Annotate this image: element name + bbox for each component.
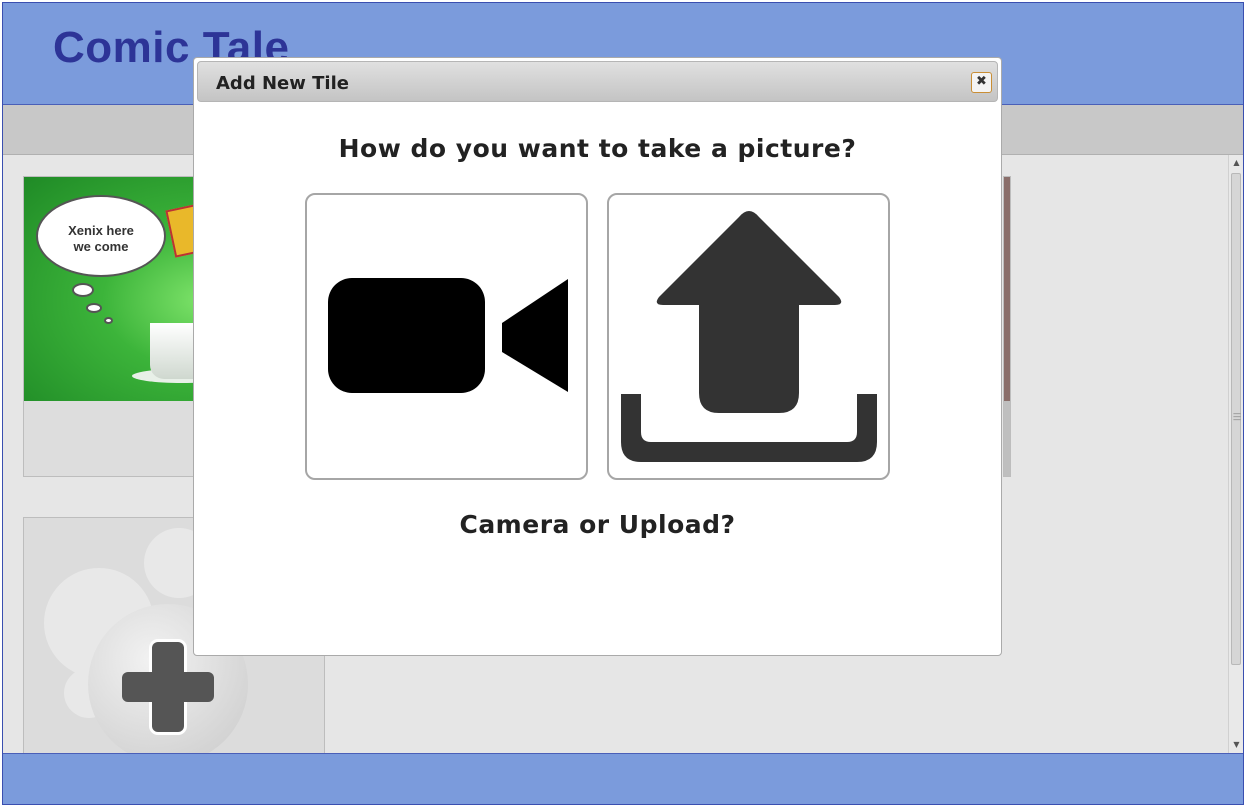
- upload-option-button[interactable]: [607, 193, 890, 480]
- vertical-scrollbar[interactable]: ▲ — — — ▼: [1228, 155, 1243, 753]
- thought-bubble-text: Xenix here we come: [38, 223, 164, 255]
- dialog-question: How do you want to take a picture?: [338, 134, 857, 163]
- dialog-prompt: Camera or Upload?: [459, 510, 736, 539]
- tile-image: [1004, 177, 1010, 401]
- close-icon: ✖: [976, 74, 987, 89]
- comic-tile-edge[interactable]: [1003, 176, 1011, 477]
- scroll-thumb[interactable]: — — —: [1231, 173, 1241, 665]
- video-camera-icon: [328, 278, 568, 393]
- bubble-puff: [72, 283, 94, 297]
- bubble-puff: [86, 303, 102, 313]
- plus-icon-bar: [122, 672, 214, 702]
- bubble-puff: [104, 317, 113, 324]
- bubble-line-2: we come: [73, 239, 129, 254]
- close-button[interactable]: ✖: [971, 72, 992, 93]
- scroll-down-arrow-icon[interactable]: ▼: [1231, 740, 1242, 750]
- add-tile-dialog: Add New Tile ✖ How do you want to take a…: [193, 57, 1002, 656]
- bubble-line-1: Xenix here: [68, 223, 134, 238]
- scroll-up-arrow-icon[interactable]: ▲: [1231, 158, 1242, 168]
- camera-option-button[interactable]: [305, 193, 588, 480]
- footer: [3, 753, 1243, 804]
- grip-icon: — — —: [1233, 409, 1241, 424]
- thought-bubble: Xenix here we come: [36, 195, 166, 277]
- dialog-titlebar[interactable]: Add New Tile ✖: [197, 61, 998, 102]
- upload-icon: [621, 211, 877, 462]
- dialog-title: Add New Tile: [216, 73, 349, 94]
